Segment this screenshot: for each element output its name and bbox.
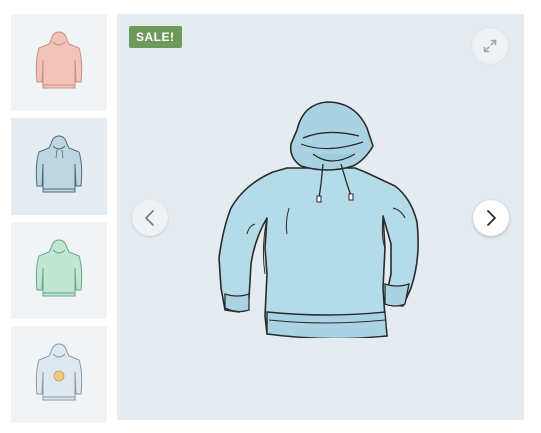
previous-image-button[interactable] — [132, 200, 168, 236]
chevron-right-icon — [487, 210, 496, 226]
chevron-left-icon — [145, 210, 154, 226]
hoodie-green-icon — [35, 238, 83, 296]
product-image-stage: SALE! — [117, 14, 524, 420]
hoodie-white-logo-icon — [35, 342, 83, 400]
thumbnail-strip — [11, 14, 107, 430]
zoom-button[interactable] — [472, 28, 508, 64]
thumbnail-strip-edge — [11, 418, 107, 420]
next-image-button[interactable] — [473, 200, 509, 236]
expand-icon — [483, 39, 497, 53]
thumbnail-blue-hoodie[interactable] — [11, 118, 107, 215]
hoodie-pink-icon — [35, 30, 83, 88]
hoodie-blue-icon — [35, 134, 83, 192]
hoodie-main-image — [218, 101, 419, 338]
thumbnail-green-hoodie[interactable] — [11, 222, 107, 319]
sale-badge: SALE! — [129, 26, 182, 48]
thumbnail-pink-hoodie[interactable] — [11, 14, 107, 111]
thumbnail-white-logo-hoodie[interactable] — [11, 326, 107, 423]
